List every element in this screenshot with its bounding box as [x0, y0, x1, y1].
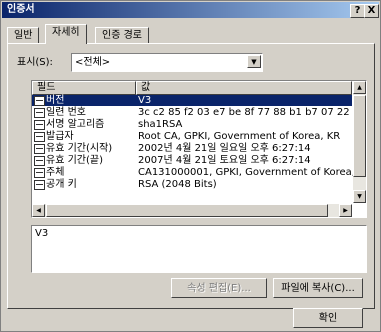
field-detail-text: V3	[35, 228, 49, 239]
certificate-field-icon	[34, 168, 45, 178]
edit-properties-button[interactable]: 속성 편집(E)...	[171, 278, 267, 298]
field-name: 유효 기간(시작)	[46, 143, 113, 154]
field-value: 2002년 4월 21일 일요일 오후 6:27:14	[138, 143, 311, 154]
list-item[interactable]: 발급자 Root CA, GPKI, Government of Korea, …	[32, 131, 352, 142]
field-value: sha1RSA	[138, 119, 183, 130]
field-name: 버전	[46, 95, 65, 106]
field-name: 일련 번호	[46, 107, 86, 118]
certificate-field-icon	[34, 96, 45, 106]
show-select[interactable]: <전체> ▼	[71, 53, 263, 72]
certificate-field-icon	[34, 156, 45, 166]
list-item[interactable]: 공개 키 RSA (2048 Bits)	[32, 179, 352, 190]
field-value: 2007년 4월 21일 토요일 오후 6:27:14	[138, 155, 311, 166]
column-header-value[interactable]: 값	[136, 81, 352, 95]
tab-general[interactable]: 일반	[7, 27, 40, 44]
list-item[interactable]: 버전 V3	[32, 95, 352, 106]
help-button[interactable]: ?	[350, 4, 365, 18]
chevron-down-icon[interactable]: ▼	[247, 55, 261, 68]
scroll-up-icon[interactable]: ▲	[353, 81, 366, 94]
scroll-right-icon[interactable]: ▶	[339, 204, 352, 217]
certificate-field-icon	[34, 132, 45, 142]
tab-certification-path[interactable]: 인증 경로	[95, 27, 149, 44]
field-name: 유효 기간(끝)	[46, 155, 103, 166]
certificate-field-icon	[34, 144, 45, 154]
vertical-scroll-thumb[interactable]	[353, 95, 366, 177]
tab-label: 일반	[14, 30, 33, 41]
field-name: 공개 키	[46, 179, 77, 190]
show-label: 표시(S):	[17, 57, 53, 68]
certificate-field-icon	[34, 108, 45, 118]
close-button[interactable]: X	[364, 4, 379, 18]
copy-to-file-button[interactable]: 파일에 복사(C)...	[273, 278, 363, 298]
certificate-field-icon	[34, 180, 45, 190]
field-value: V3	[138, 95, 152, 106]
field-value: Root CA, GPKI, Government of Korea, KR	[138, 131, 341, 142]
title-bar: 인증서 ? X	[2, 2, 379, 18]
certificate-dialog: 인증서 ? X 일반 자세히 인증 경로 표시(S): <전체> ▼ 필드 값 …	[0, 0, 381, 332]
vertical-scrollbar[interactable]: ▲ ▼	[353, 81, 366, 203]
list-item[interactable]: 일련 번호 3c c2 85 f2 03 e7 be 8f 77 88 b1 b…	[32, 107, 366, 118]
scroll-down-icon[interactable]: ▼	[353, 190, 366, 203]
show-select-value: <전체>	[75, 57, 111, 68]
ok-button[interactable]: 확인	[293, 308, 363, 328]
list-header: 필드 값	[32, 81, 352, 95]
field-name: 서명 알고리즘	[46, 119, 105, 130]
list-item[interactable]: 유효 기간(시작) 2002년 4월 21일 일요일 오후 6:27:14	[32, 143, 352, 154]
tab-details[interactable]: 자세히	[45, 24, 87, 44]
window-title: 인증서	[7, 4, 35, 15]
field-detail-box[interactable]: V3	[31, 225, 367, 273]
field-value: 3c c2 85 f2 03 e7 be 8f 77 88 b1 b7 07 2…	[138, 107, 367, 118]
list-item[interactable]: 서명 알고리즘 sha1RSA	[32, 119, 352, 130]
list-item[interactable]: 주체 CA131000001, GPKI, Government of Kore…	[32, 167, 366, 178]
horizontal-scrollbar[interactable]: ◀ ▶	[32, 204, 352, 217]
horizontal-scroll-thumb[interactable]	[46, 204, 328, 217]
column-header-field[interactable]: 필드	[32, 81, 136, 95]
scroll-left-icon[interactable]: ◀	[32, 204, 45, 217]
tab-label: 인증 경로	[102, 30, 142, 41]
field-name: 발급자	[46, 131, 74, 142]
field-name: 주체	[46, 167, 65, 178]
tab-label: 자세히	[52, 27, 80, 38]
field-value: RSA (2048 Bits)	[138, 179, 217, 190]
certificate-field-icon	[34, 120, 45, 130]
field-value: CA131000001, GPKI, Government of Korea, …	[138, 167, 367, 178]
list-item[interactable]: 유효 기간(끝) 2007년 4월 21일 토요일 오후 6:27:14	[32, 155, 352, 166]
fields-list[interactable]: 필드 값 버전 V3 일련 번호 3c c2 85 f2 03 e7 be 8f…	[31, 80, 367, 218]
